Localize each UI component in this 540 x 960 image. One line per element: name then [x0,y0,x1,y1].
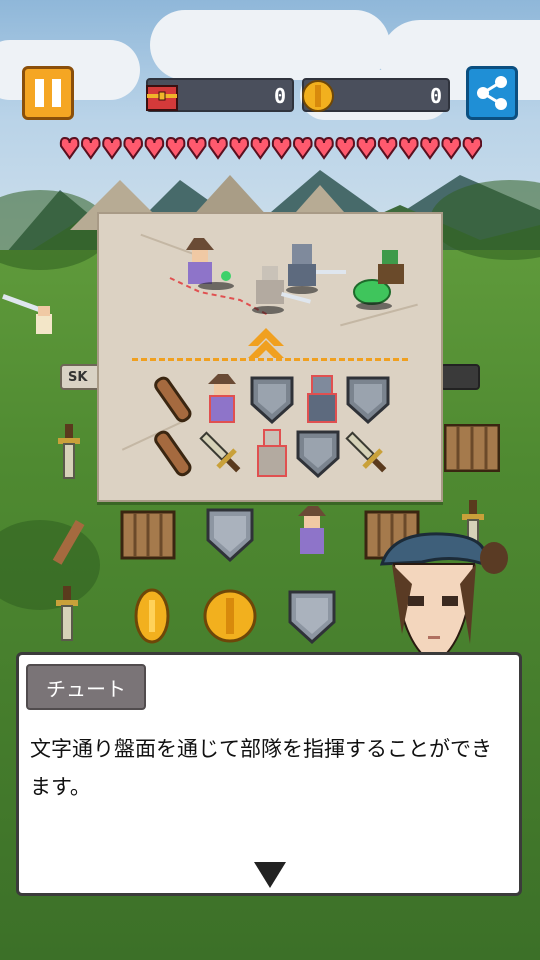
sword-icon [58,424,80,479]
heart-icon [420,136,440,160]
crate-tile[interactable] [120,508,176,564]
coin-icon [302,80,334,112]
heart-icon [314,136,334,160]
treasure-count: 0 [273,84,286,108]
heart-icon [462,136,482,160]
heart-icon [81,136,101,160]
heart-icon [271,136,292,160]
skill-gauge-right [440,364,480,390]
mage-unit-tile[interactable] [284,504,340,560]
heart-icon [335,136,355,160]
skill-label-text: SK [68,370,88,385]
heart-icon [441,136,461,160]
heart-icon [59,136,80,160]
heart-icon [123,136,143,160]
heart-icon [399,136,419,160]
down-triangle-icon[interactable] [254,862,286,888]
coin-tile[interactable] [124,588,180,644]
heart-icon [144,136,165,160]
pause-icon [35,79,44,107]
treasure-chest-icon [146,85,178,111]
heart-icon [293,136,313,160]
club-icon [52,519,85,565]
club-tile[interactable] [144,426,200,482]
pause-button[interactable] [22,66,74,120]
pause-icon-bar [52,79,61,107]
sword-tile[interactable] [340,426,396,482]
health-hearts [59,136,482,160]
heart-icon [102,136,122,160]
heart-icon [229,136,249,160]
treasure-counter: 0 [146,78,294,112]
heart-icon [187,136,207,160]
coin-counter: 0 [302,78,450,112]
mage-unit-tile[interactable] [194,372,250,428]
share-button[interactable] [466,66,518,120]
heart-icon [165,136,186,160]
knight-sword-sprite [2,293,52,334]
battle-preview [169,238,404,317]
sword-tile[interactable] [194,426,250,482]
shield-tile[interactable] [290,426,346,482]
shield-tile[interactable] [284,588,340,644]
heart-icon [208,136,228,160]
speaker-name: チュート [46,676,126,701]
crate-icon [444,424,500,472]
shield-tile[interactable] [244,372,300,428]
share-icon [477,76,507,110]
club-tile[interactable] [144,372,200,428]
heart-icon [250,136,271,160]
shield-tile[interactable] [340,372,396,428]
coin-tile[interactable] [202,588,258,644]
sword-icon [56,586,78,641]
front-line [132,358,408,361]
speaker-name-tag: チュート [26,664,146,710]
shield-tile[interactable] [202,506,258,562]
heart-icon [356,136,377,160]
coin-count: 0 [429,84,442,108]
heart-icon [377,136,398,160]
up-arrow-icon [248,328,284,358]
dialog-message: 文字通り盤面を通じて部隊を指揮することができます。 [30,737,492,799]
